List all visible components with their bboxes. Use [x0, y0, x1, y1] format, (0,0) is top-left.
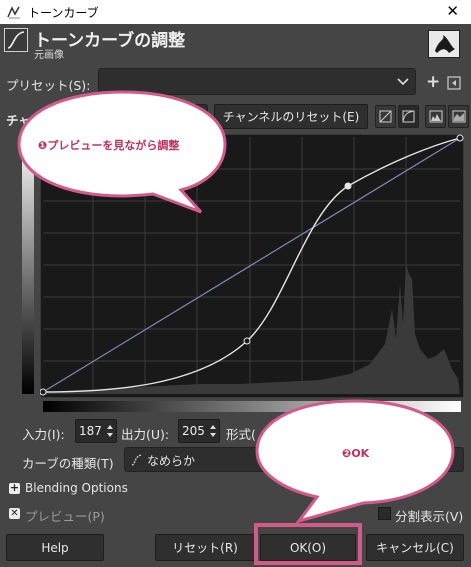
- ok-highlight-frame: [254, 523, 362, 565]
- curve-point-white[interactable]: [456, 134, 464, 142]
- input-label: 入力(I):: [22, 427, 65, 442]
- image-thumbnail: [428, 30, 460, 58]
- close-icon[interactable]: ✕: [446, 2, 459, 20]
- preset-menu-icon[interactable]: [447, 76, 461, 90]
- curve-point-shadow[interactable]: [243, 337, 251, 345]
- preview-checkbox[interactable]: ✕: [9, 508, 20, 519]
- curve-type-value: なめらか: [147, 454, 196, 468]
- linear-histogram-icon[interactable]: [375, 105, 396, 128]
- blending-options-label[interactable]: Blending Options: [25, 481, 128, 495]
- window-title: トーンカーブ: [28, 6, 99, 20]
- input-value: 187: [79, 424, 102, 438]
- add-preset-icon[interactable]: +: [426, 72, 440, 92]
- log-histogram-icon[interactable]: [398, 105, 419, 128]
- chevron-down-icon: [397, 78, 409, 86]
- histogram-mode-icon[interactable]: [425, 105, 446, 128]
- cancel-button[interactable]: キャンセル(C): [366, 534, 464, 561]
- callout-1-text: ❶プレビューを見ながら調整: [38, 139, 180, 152]
- output-spinner[interactable]: 205: [178, 419, 220, 443]
- callout-bubble-2: [255, 399, 455, 524]
- curve-type-label: カーブの種類(T): [22, 456, 114, 471]
- reset-button[interactable]: リセット(R): [155, 534, 255, 561]
- curve-point-selected[interactable]: [344, 182, 352, 190]
- smooth-curve-icon: [131, 454, 143, 466]
- curve-point-black[interactable]: [40, 388, 47, 396]
- window-titlebar: トーンカーブ ✕: [0, 0, 471, 24]
- spinner-arrows-icon[interactable]: [106, 423, 114, 439]
- spinner-arrows-icon[interactable]: [209, 423, 217, 439]
- input-spinner[interactable]: 187: [75, 419, 117, 443]
- curves-tool-icon: [4, 28, 28, 52]
- callout-2-text: ❷OK: [342, 447, 370, 460]
- help-button[interactable]: Help: [6, 534, 104, 561]
- histogram-mode-alt-icon[interactable]: [448, 105, 469, 128]
- format-label: 形式(: [226, 427, 256, 442]
- callout-bubble-1: [17, 90, 227, 214]
- dialog-subtitle: 元画像: [34, 50, 64, 61]
- expand-icon[interactable]: +: [9, 482, 20, 494]
- app-icon: [7, 5, 21, 19]
- preview-label[interactable]: プレビュー(P): [25, 506, 105, 525]
- output-label: 出力(U):: [121, 427, 170, 442]
- output-value: 205: [182, 424, 205, 438]
